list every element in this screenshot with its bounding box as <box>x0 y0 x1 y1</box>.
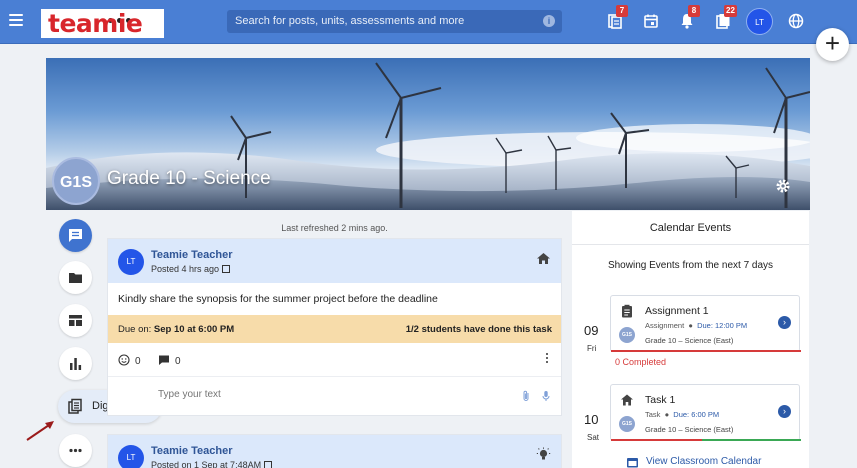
post-time: Posted 4 hrs ago <box>151 264 231 274</box>
post-author[interactable]: Teamie Teacher <box>151 445 233 457</box>
divider <box>572 244 809 245</box>
post-time: Posted on 1 Sep at 7:48AM <box>151 460 273 468</box>
event-title: Assignment 1 <box>645 305 709 317</box>
lightbulb-icon <box>536 447 551 460</box>
event-group: Grade 10 – Science (East) <box>645 425 734 434</box>
messages-badge: 22 <box>724 5 737 17</box>
rail-more-button[interactable] <box>59 434 92 467</box>
post-header: LT Teamie Teacher Posted on 1 Sep at 7:4… <box>108 435 561 468</box>
course-title: Grade 10 - Science <box>107 168 271 189</box>
user-avatar[interactable]: LT <box>746 8 773 35</box>
event-group: Grade 10 – Science (East) <box>645 336 734 345</box>
comment-count: 0 <box>175 356 181 367</box>
view-classroom-calendar-link[interactable]: View Classroom Calendar <box>646 456 761 467</box>
top-bar: teamie Search for posts, units, assessme… <box>0 0 857 44</box>
teamie-logo[interactable]: teamie <box>41 9 164 38</box>
event-meta: Task ● Due: 6:00 PM <box>645 410 720 419</box>
globe-icon[interactable] <box>787 12 805 30</box>
rail-posts-button[interactable] <box>59 219 92 252</box>
notifications-bell-icon[interactable]: 8 <box>678 5 700 30</box>
due-date: Due on: Sep 10 at 6:00 PM <box>118 324 234 335</box>
event-status: 0 Completed <box>615 357 667 367</box>
home-icon <box>537 253 550 264</box>
comment-input[interactable] <box>158 389 458 400</box>
author-avatar[interactable]: LT <box>118 445 144 468</box>
event-status-bar <box>611 439 801 441</box>
clipboard-list-icon <box>68 398 82 414</box>
post-body: Kindly share the synopsis for the summer… <box>118 293 438 305</box>
post-author[interactable]: Teamie Teacher <box>151 249 233 261</box>
reaction-count: 0 <box>135 356 141 367</box>
post-header: LT Teamie Teacher Posted 4 hrs ago <box>108 239 561 283</box>
event-title: Task 1 <box>645 394 676 406</box>
calendar-icon[interactable] <box>642 12 660 30</box>
menu-icon[interactable] <box>9 14 23 26</box>
comment-button[interactable]: 0 <box>158 354 181 367</box>
chevron-right-icon[interactable]: › <box>778 405 791 418</box>
smiley-icon <box>118 354 130 366</box>
event-date-number: 10 <box>584 412 599 427</box>
rail-analytics-button[interactable] <box>59 347 92 380</box>
notifications-badge: 8 <box>688 5 700 17</box>
event-status-bar <box>611 350 801 352</box>
folder-icon <box>69 273 82 283</box>
create-plus-button[interactable]: + <box>816 28 849 61</box>
due-value: Sep 10 at 6:00 PM <box>153 324 235 335</box>
home-icon <box>621 394 633 406</box>
comment-icon <box>159 355 169 365</box>
more-horizontal-icon <box>69 448 82 453</box>
task-progress[interactable]: 1/2 students have done this task <box>406 324 552 335</box>
posts-badge: 7 <box>616 5 628 17</box>
last-refreshed-text: Last refreshed 2 mins ago. <box>281 223 388 233</box>
post-card: LT Teamie Teacher Posted 4 hrs ago Kindl… <box>107 238 562 416</box>
attachment-icon[interactable] <box>521 390 531 402</box>
calendar-link-icon <box>627 458 638 468</box>
posts-icon[interactable]: 7 <box>606 5 628 30</box>
due-label: Due on: <box>118 324 152 335</box>
annotation-arrow-icon <box>26 421 54 441</box>
event-date-day: Sat <box>587 433 600 442</box>
reaction-row: 0 0 <box>108 343 561 377</box>
microphone-icon[interactable] <box>541 390 551 402</box>
messages-icon[interactable]: 22 <box>714 5 737 30</box>
event-due: Due: 12:00 PM <box>697 321 748 330</box>
event-type: Task <box>645 410 661 419</box>
react-button[interactable]: 0 <box>118 354 141 367</box>
external-link-icon[interactable] <box>264 461 273 468</box>
calendar-title: Calendar Events <box>649 222 732 234</box>
info-icon[interactable]: i <box>543 15 555 27</box>
search-input[interactable]: Search for posts, units, assessments and… <box>227 10 562 33</box>
event-meta: Assignment ● Due: 12:00 PM <box>645 321 748 330</box>
calendar-panel: Calendar Events Showing Events from the … <box>572 211 809 468</box>
rail-files-button[interactable] <box>59 261 92 294</box>
post-card: LT Teamie Teacher Posted on 1 Sep at 7:4… <box>107 434 562 468</box>
dashboard-icon <box>69 315 82 326</box>
group-avatar: G1S <box>619 416 635 432</box>
post-time-text: Posted 4 hrs ago <box>151 264 220 274</box>
comment-row <box>108 377 561 415</box>
bar-chart-icon <box>70 358 82 370</box>
group-avatar: G1S <box>619 327 635 343</box>
task-due-bar: Due on: Sep 10 at 6:00 PM 1/2 students h… <box>108 315 561 343</box>
rail-dashboard-button[interactable] <box>59 304 92 337</box>
calendar-subtitle: Showing Events from the next 7 days <box>607 260 774 271</box>
calendar-event-assignment[interactable]: Assignment 1 Assignment ● Due: 12:00 PM … <box>610 295 801 352</box>
chevron-right-icon[interactable]: › <box>778 316 791 329</box>
author-avatar[interactable]: LT <box>118 249 144 275</box>
event-date-day: Fri <box>587 344 597 353</box>
gear-icon[interactable] <box>775 178 791 194</box>
external-link-icon[interactable] <box>222 265 231 273</box>
clipboard-icon <box>622 304 632 318</box>
chat-icon <box>69 229 82 242</box>
calendar-event-task[interactable]: Task 1 Task ● Due: 6:00 PM G1S Grade 10 … <box>610 384 801 441</box>
event-type: Assignment <box>645 321 685 330</box>
logo-text: teamie <box>48 9 143 38</box>
course-avatar[interactable]: G1S <box>52 157 100 205</box>
event-date-number: 09 <box>584 323 599 338</box>
search-placeholder: Search for posts, units, assessments and… <box>235 15 465 27</box>
event-due: Due: 6:00 PM <box>673 410 720 419</box>
post-options-icon[interactable] <box>545 353 549 365</box>
post-time-text: Posted on 1 Sep at 7:48AM <box>151 460 262 468</box>
